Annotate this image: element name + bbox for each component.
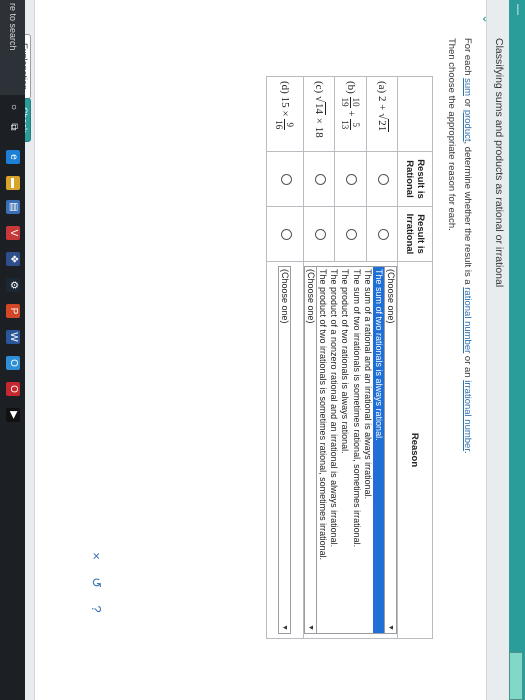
- screen: — ⌄ Classifying sums and products as rat…: [0, 0, 525, 700]
- header-row: Result is Rational Result is Irrational …: [397, 76, 433, 639]
- title-bar: ⌄ Classifying sums and products as ratio…: [480, 0, 509, 700]
- instr-text: For each: [462, 38, 473, 79]
- denominator: 16: [274, 120, 285, 130]
- reason-option[interactable]: The sum of a rational and an irrational …: [362, 267, 373, 633]
- header-rational: Result is Rational: [397, 151, 433, 207]
- dropbox-icon[interactable]: ❖: [6, 252, 20, 266]
- expr-b: (b) 10 19 + 5 13: [334, 76, 367, 152]
- link-rational-number[interactable]: rational number: [462, 287, 473, 353]
- word-icon[interactable]: W: [6, 330, 20, 344]
- fraction-1: 10 19: [339, 96, 361, 108]
- outlook-icon[interactable]: O: [6, 356, 20, 370]
- instruction-line-2: Then choose the appropriate reason for e…: [446, 38, 457, 231]
- radio-b-rational[interactable]: [346, 173, 358, 185]
- reason-option[interactable]: The product of a nonzero rational and an…: [328, 267, 339, 633]
- select-value: (Choose one): [386, 269, 396, 324]
- reason-option[interactable]: The product of two rationals is always r…: [339, 267, 350, 633]
- link-product[interactable]: product: [462, 110, 473, 142]
- store-icon[interactable]: ▤: [6, 200, 20, 214]
- select-value: (Choose one): [305, 269, 316, 324]
- reason-cell-d: (Choose one) ▼: [266, 261, 304, 639]
- reason-select-c[interactable]: (Choose one) ▼: [303, 266, 316, 634]
- numerator: 10: [349, 96, 361, 108]
- reason-option[interactable]: The sum of two irrationals is sometimes …: [350, 267, 362, 633]
- denominator: 19: [339, 97, 350, 107]
- taskbar: re to search ○ ⧉ e ▬ ▤ V ❖ ⚙ P W O O ▶: [0, 0, 25, 700]
- row-label: (a): [375, 81, 388, 94]
- reason-select-d[interactable]: (Choose one) ▼: [278, 266, 292, 634]
- expr-text: 2 +: [375, 95, 388, 114]
- cortana-icon[interactable]: ○: [6, 100, 20, 114]
- steam-icon[interactable]: ⚙: [6, 278, 20, 292]
- dropdown-arrow-icon: ▼: [306, 624, 314, 631]
- action-bar: × ↺ ?: [87, 545, 105, 620]
- task-view-icon[interactable]: ⧉: [6, 120, 20, 134]
- link-sum[interactable]: sum: [462, 78, 473, 96]
- fraction: 9 16: [274, 119, 296, 131]
- header-text: Result is: [415, 159, 426, 199]
- instr-text: .: [462, 450, 473, 454]
- row-label: (b): [344, 81, 357, 94]
- row-d: (d) 15 × 9 16 (Choose one) ▼: [266, 76, 304, 639]
- operator: +: [344, 110, 357, 117]
- row-label: (c): [312, 81, 325, 94]
- numerator: 5: [349, 119, 361, 131]
- reason-select-a[interactable]: (Choose one) ▼: [384, 266, 397, 634]
- header-text: Irrational: [404, 213, 415, 255]
- radio-d-rational[interactable]: [280, 173, 292, 185]
- taskbar-search[interactable]: re to search: [0, 0, 25, 95]
- reason-option[interactable]: The product of two irrationals is someti…: [317, 267, 328, 633]
- row-label: (d): [279, 81, 292, 94]
- top-strip: —: [509, 0, 525, 700]
- radio-a-rational[interactable]: [377, 173, 389, 185]
- radicand: 14: [312, 102, 326, 116]
- select-value: (Choose one): [280, 269, 291, 324]
- radicand: 21: [375, 119, 389, 133]
- dropdown-arrow-icon: ▼: [281, 624, 289, 631]
- expr-c: (c) √14 × 18: [303, 76, 335, 152]
- denominator: 13: [339, 120, 350, 130]
- reason-options-list: The sum of two rationals is always ratio…: [315, 266, 384, 634]
- expr-a: (a) 2 + √21: [366, 76, 398, 152]
- numerator: 9: [284, 119, 296, 131]
- fraction-2: 5 13: [339, 119, 361, 131]
- header-reason: Reason: [397, 261, 433, 639]
- instr-text: or: [462, 96, 473, 110]
- instr-text: , determine whether the result is a: [462, 141, 473, 288]
- close-icon[interactable]: ×: [89, 545, 104, 567]
- radio-c-irrational[interactable]: [314, 228, 326, 240]
- media-icon[interactable]: ▶: [6, 408, 20, 422]
- expr-text: × 18: [312, 117, 325, 138]
- question-table: Result is Rational Result is Irrational …: [266, 76, 433, 639]
- expr-text: 15 ×: [279, 96, 292, 120]
- reason-cell-abc: (Choose one) ▼ The sum of two rationals …: [303, 261, 398, 639]
- folder-icon[interactable]: ▬: [6, 176, 20, 190]
- header-text: Rational: [404, 160, 415, 198]
- expr-d: (d) 15 × 9 16: [266, 76, 304, 152]
- help-icon[interactable]: ?: [89, 598, 104, 620]
- powerpoint-icon[interactable]: P: [6, 304, 20, 318]
- dropdown-arrow-icon: ▼: [387, 624, 394, 631]
- edge-icon[interactable]: e: [6, 150, 20, 164]
- opera-icon[interactable]: O: [6, 382, 20, 396]
- top-right-widget[interactable]: [509, 652, 523, 700]
- reason-option[interactable]: The sum of two rationals is always ratio…: [372, 267, 384, 633]
- chevron-down-icon[interactable]: ⌄: [480, 14, 494, 24]
- app-icon[interactable]: V: [6, 226, 20, 240]
- blank-header: [397, 76, 433, 152]
- radio-c-rational[interactable]: [314, 173, 326, 185]
- radio-d-irrational[interactable]: [280, 228, 292, 240]
- instr-text: or an: [462, 353, 473, 381]
- radio-b-irrational[interactable]: [346, 228, 358, 240]
- header-irrational: Result is Irrational: [397, 206, 433, 262]
- undo-icon[interactable]: ↺: [88, 572, 104, 594]
- radio-a-irrational[interactable]: [377, 228, 389, 240]
- minimize-dash: —: [512, 4, 524, 15]
- instruction-line-1: For each sum or product, determine wheth…: [462, 38, 473, 454]
- link-irrational-number[interactable]: irrational number: [462, 380, 473, 451]
- header-text: Result is: [415, 214, 426, 254]
- row-a: (a) 2 + √21 (Choose one) ▼ The sum of tw…: [303, 76, 398, 639]
- page-title: Classifying sums and products as rationa…: [493, 38, 505, 288]
